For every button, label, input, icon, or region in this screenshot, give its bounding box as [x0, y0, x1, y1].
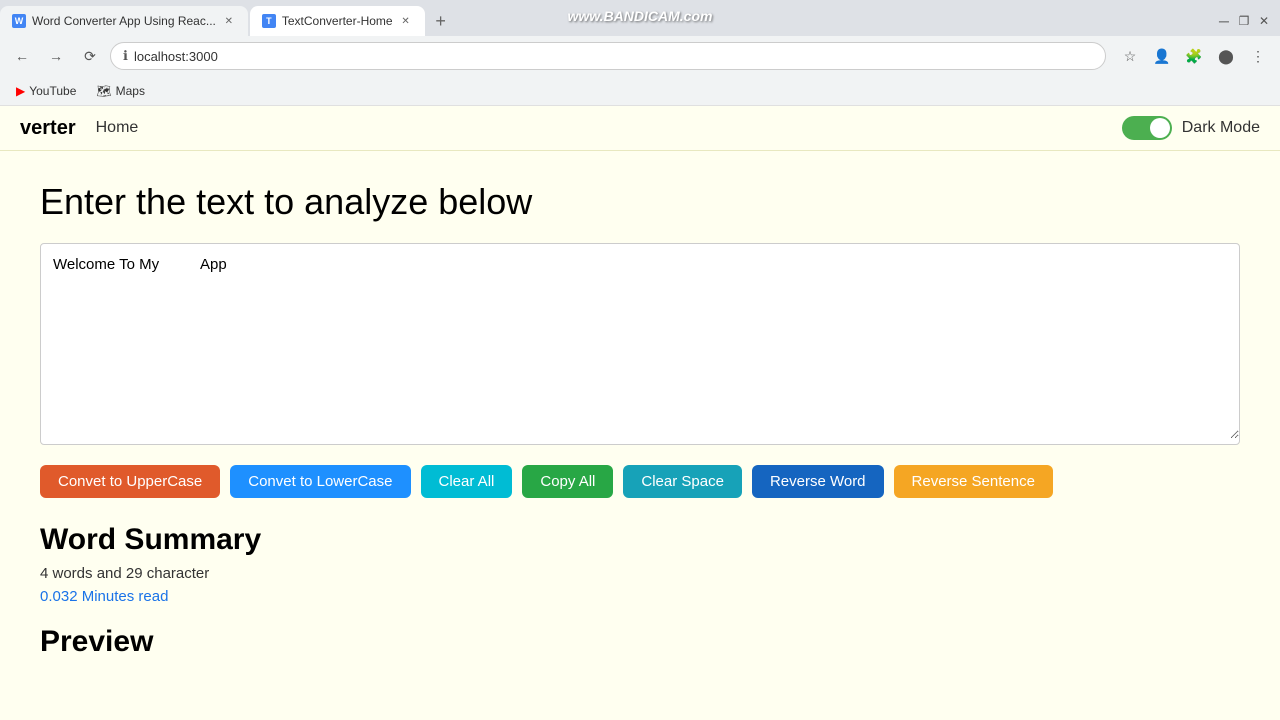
reverse-sentence-button[interactable]: Reverse Sentence — [894, 465, 1053, 498]
maps-label: Maps — [116, 84, 145, 98]
tab2-close[interactable]: ✕ — [399, 14, 413, 28]
maps-icon: 🗺 — [96, 84, 111, 98]
reading-time: 0.032 Minutes read — [40, 588, 1240, 605]
bookmark-button[interactable]: ☆ — [1116, 42, 1144, 70]
profile-button[interactable]: 👤 — [1148, 42, 1176, 70]
bookmarks-bar: ▶ YouTube 🗺 Maps — [0, 76, 1280, 106]
textarea-container: Welcome To My App — [40, 243, 1240, 445]
dark-mode-toggle: Dark Mode — [1122, 116, 1260, 140]
word-count-text: 4 words and 29 character — [40, 565, 1240, 582]
reverse-word-button[interactable]: Reverse Word — [752, 465, 884, 498]
address-bar[interactable]: ℹ localhost:3000 — [110, 42, 1106, 70]
bookmark-maps[interactable]: 🗺 Maps — [88, 82, 153, 100]
toggle-knob — [1150, 118, 1170, 138]
extensions-button[interactable]: 🧩 — [1180, 42, 1208, 70]
browser-icons: ☆ 👤 🧩 ⬤ ⋮ — [1116, 42, 1272, 70]
preview-title: Preview — [40, 625, 1240, 659]
preview-section: Preview — [40, 625, 1240, 659]
uppercase-button[interactable]: Convet to UpperCase — [40, 465, 220, 498]
navbar: verter Home Dark Mode — [0, 106, 1280, 151]
restore-button[interactable]: ❐ — [1236, 13, 1252, 29]
tab-1[interactable]: W Word Converter App Using Reac... ✕ — [0, 6, 248, 36]
page-title: Enter the text to analyze below — [40, 181, 1240, 223]
app-container: verter Home Dark Mode Enter the text to … — [0, 106, 1280, 720]
tab-bar: W Word Converter App Using Reac... ✕ T T… — [0, 0, 1280, 36]
tab1-label: Word Converter App Using Reac... — [32, 14, 216, 28]
menu-button[interactable]: ⋮ — [1244, 42, 1272, 70]
reload-button[interactable]: ⟳ — [76, 42, 104, 70]
navbar-brand: verter — [20, 117, 76, 140]
minimize-button[interactable]: ─ — [1216, 13, 1232, 29]
bookmark-youtube[interactable]: ▶ YouTube — [8, 82, 84, 100]
new-tab-button[interactable]: + — [427, 7, 455, 35]
tab1-close[interactable]: ✕ — [222, 14, 236, 28]
main-content: Enter the text to analyze below Welcome … — [0, 151, 1280, 679]
navbar-links: Home — [96, 119, 139, 137]
close-button[interactable]: ✕ — [1256, 13, 1272, 29]
secure-icon: ℹ — [123, 48, 128, 64]
word-summary-title: Word Summary — [40, 523, 1240, 557]
address-bar-row: ← → ⟳ ℹ localhost:3000 ☆ 👤 🧩 ⬤ ⋮ — [0, 36, 1280, 76]
button-row: Convet to UpperCase Convet to LowerCase … — [40, 465, 1240, 498]
youtube-icon: ▶ — [16, 84, 25, 98]
forward-button[interactable]: → — [42, 42, 70, 70]
address-text: localhost:3000 — [134, 49, 218, 64]
dark-mode-switch[interactable] — [1122, 116, 1172, 140]
tab-2[interactable]: T TextConverter-Home ✕ — [250, 6, 425, 36]
back-button[interactable]: ← — [8, 42, 36, 70]
tab1-favicon: W — [12, 14, 26, 28]
copy-all-button[interactable]: Copy All — [522, 465, 613, 498]
home-link[interactable]: Home — [96, 119, 139, 137]
lowercase-button[interactable]: Convet to LowerCase — [230, 465, 410, 498]
tab2-favicon: T — [262, 14, 276, 28]
avatar-button[interactable]: ⬤ — [1212, 42, 1240, 70]
browser-chrome: W Word Converter App Using Reac... ✕ T T… — [0, 0, 1280, 106]
clear-all-button[interactable]: Clear All — [421, 465, 513, 498]
tab2-label: TextConverter-Home — [282, 14, 393, 28]
text-input[interactable]: Welcome To My App — [41, 244, 1239, 439]
clear-space-button[interactable]: Clear Space — [623, 465, 742, 498]
bandicam-watermark: www.BANDICAM.com — [568, 8, 713, 24]
window-controls: ─ ❐ ✕ — [1216, 13, 1280, 29]
youtube-label: YouTube — [29, 84, 76, 98]
word-summary-section: Word Summary 4 words and 29 character 0.… — [40, 523, 1240, 605]
dark-mode-label: Dark Mode — [1182, 119, 1260, 137]
